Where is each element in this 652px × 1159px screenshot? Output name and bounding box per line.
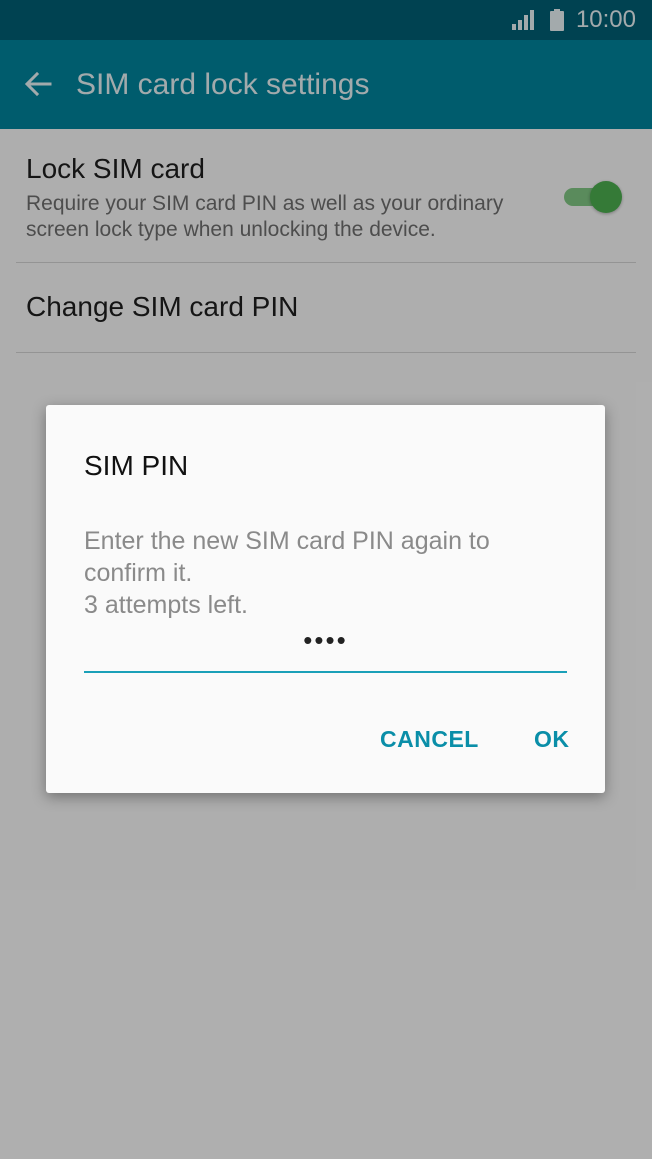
ok-button[interactable]: OK — [534, 725, 570, 753]
dialog-message-line: confirm it. — [84, 559, 193, 587]
cancel-button[interactable]: CANCEL — [380, 725, 479, 753]
sim-pin-dialog: SIM PIN Enter the new SIM card PIN again… — [46, 405, 605, 793]
dialog-message-line: Enter the new SIM card PIN again to — [84, 527, 490, 555]
attempts-left-text: 3 attempts left. — [84, 591, 248, 619]
dialog-title: SIM PIN — [84, 450, 189, 481]
dialog-message: Enter the new SIM card PIN again to conf… — [84, 525, 554, 621]
pin-input-value: •••• — [303, 625, 348, 655]
pin-input[interactable]: •••• — [84, 625, 567, 673]
